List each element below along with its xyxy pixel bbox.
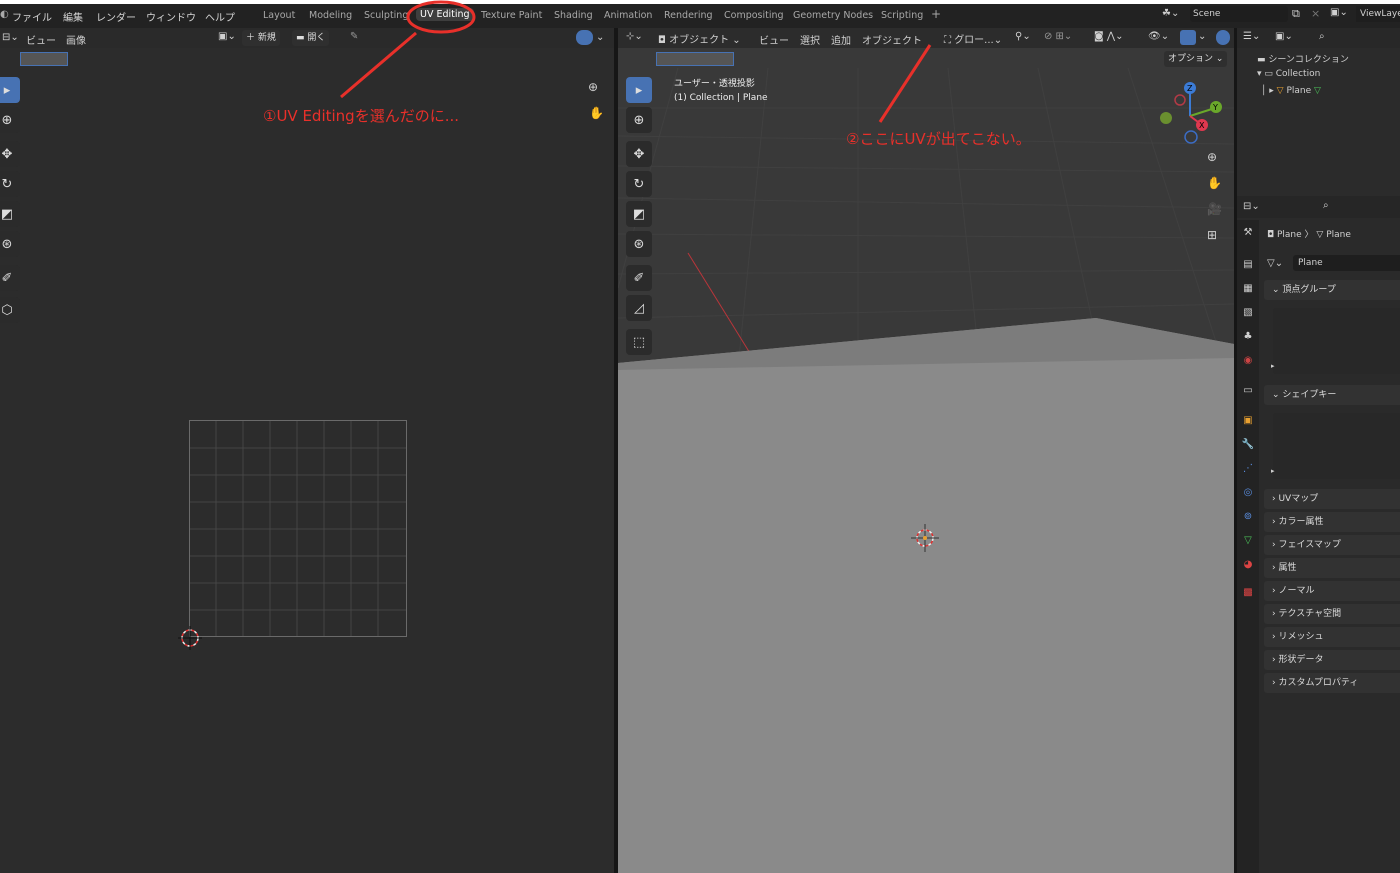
annotation-2: ②ここにUVが出てこない。	[846, 130, 1031, 148]
annotation-overlay	[340, 0, 932, 123]
annotation-1: ①UV Editingを選んだのに...	[263, 107, 460, 125]
